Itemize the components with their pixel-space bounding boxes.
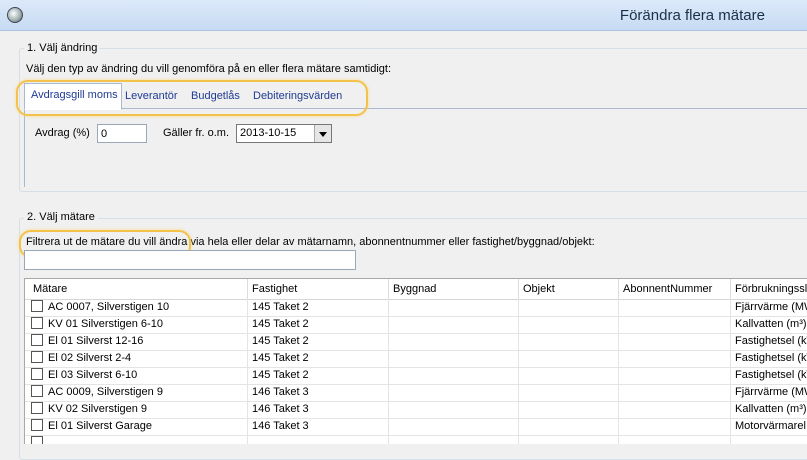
tab-panel (24, 108, 807, 187)
cell-byggnad (389, 418, 519, 435)
cell-objekt (519, 333, 619, 350)
window-title: Förändra flera mätare (619, 7, 765, 24)
meters-grid: Mätare Fastighet Byggnad Objekt Abonnent… (24, 278, 807, 444)
column-header-matare[interactable]: Mätare (25, 279, 248, 299)
cell-abonnentnummer (619, 316, 731, 333)
section-change-label: 1. Välj ändring (24, 42, 101, 54)
cell-byggnad (389, 384, 519, 401)
grid-header: Mätare Fastighet Byggnad Objekt Abonnent… (25, 279, 807, 300)
galler-label: Gäller fr. o.m. (163, 127, 230, 139)
cell-matare: KV 02 Silverstigen 9 (25, 401, 248, 418)
tabs-highlight (16, 80, 368, 116)
cell-byggnad (389, 401, 519, 418)
cell-text: KV 02 Silverstigen 9 (48, 403, 148, 415)
cell-fastighet: 146 Taket 3 (248, 418, 389, 435)
column-header-forbrukningsslag[interactable]: Förbrukningsslag (731, 279, 807, 299)
cell-text: El 02 Silverst 2-4 (48, 352, 132, 364)
cell-byggnad (389, 350, 519, 367)
cell-byggnad (389, 333, 519, 350)
cell-forbrukningsslag: Kallvatten (m³) (731, 401, 807, 418)
avdrag-input[interactable]: 0 (97, 124, 147, 143)
cell-text: El 03 Silverst 6-10 (48, 369, 138, 381)
table-row[interactable]: El 02 Silverst 2-4 145 Taket 2 Fastighetse… (25, 350, 807, 368)
cell-byggnad (389, 367, 519, 384)
column-header-byggnad[interactable]: Byggnad (389, 279, 519, 299)
column-header-fastighet[interactable]: Fastighet (248, 279, 389, 299)
cell-abonnentnummer (619, 299, 731, 316)
galler-date-picker[interactable]: 2013-10-15 (236, 124, 332, 143)
cell-forbrukningsslag: Fjärrvärme (MWh) (731, 384, 807, 401)
cell-byggnad (389, 299, 519, 316)
cell-forbrukningsslag: Fastighetsel (kWh) (731, 333, 807, 350)
title-bar: Förändra flera mätare (0, 0, 807, 31)
row-checkbox[interactable] (31, 419, 43, 431)
cell-abonnentnummer (619, 401, 731, 418)
cell-forbrukningsslag: Kallvatten (m³) (731, 316, 807, 333)
row-checkbox[interactable] (31, 402, 43, 414)
cell-matare: AC 0009, Silverstigen 9 (25, 384, 248, 401)
galler-date-value: 2013-10-15 (240, 127, 297, 139)
cell-matare: KV 01 Silverstigen 6-10 (25, 316, 248, 333)
chevron-down-icon[interactable] (314, 125, 331, 142)
cell-abonnentnummer (619, 367, 731, 384)
cell-text: El 01 Silverst 12-16 (48, 335, 144, 347)
cell-text: AC 0007, Silverstigen 10 (48, 301, 170, 313)
cell-matare: El 01 Silverst Garage (25, 418, 248, 435)
app-icon[interactable] (7, 7, 23, 23)
column-header-objekt[interactable]: Objekt (519, 279, 619, 299)
cell-abonnentnummer (619, 350, 731, 367)
table-row[interactable]: El 03 Silverst 6-10 145 Taket 2 Fastighets… (25, 367, 807, 385)
cell-forbrukningsslag: Motorvärmarel (kWh) (731, 418, 807, 435)
cell-objekt (519, 418, 619, 435)
row-checkbox[interactable] (31, 300, 43, 312)
cell-fastighet: 145 Taket 2 (248, 350, 389, 367)
table-row[interactable]: El 01 Silverst Garage 146 Taket 3 Motorvär… (25, 418, 807, 436)
table-row[interactable]: KV 01 Silverstigen 6-10 145 Taket 2 Kallva… (25, 316, 807, 334)
filter-input[interactable] (24, 250, 356, 270)
cell-fastighet: 146 Taket 3 (248, 384, 389, 401)
row-checkbox[interactable] (31, 317, 43, 329)
section-meters-label: 2. Välj mätare (24, 211, 98, 223)
cell-fastighet: 145 Taket 2 (248, 316, 389, 333)
cell-objekt (519, 401, 619, 418)
cell-fastighet: 145 Taket 2 (248, 333, 389, 350)
cell-objekt (519, 350, 619, 367)
cell-fastighet: 145 Taket 2 (248, 299, 389, 316)
table-row[interactable]: AC 0007, Silverstigen 10 145 Taket 2 Fjärr… (25, 299, 807, 317)
row-checkbox[interactable] (31, 385, 43, 397)
table-row[interactable]: AC 0009, Silverstigen 9 146 Taket 3 Fjärrv… (25, 384, 807, 402)
cell-forbrukningsslag: Fastighetsel (kWh) (731, 350, 807, 367)
cell-fastighet: 145 Taket 2 (248, 367, 389, 384)
table-row[interactable]: KV 02 Silverstigen 9 146 Taket 3 Kallvatte… (25, 401, 807, 419)
column-header-abonnentnummer[interactable]: AbonnentNummer (619, 279, 731, 299)
cell-byggnad (389, 316, 519, 333)
row-checkbox[interactable] (31, 351, 43, 363)
cell-abonnentnummer (619, 333, 731, 350)
cell-fastighet: 146 Taket 3 (248, 401, 389, 418)
cell-objekt (519, 367, 619, 384)
row-checkbox[interactable] (31, 368, 43, 380)
cell-forbrukningsslag: Fjärrvärme (MWh) (731, 299, 807, 316)
cell-objekt (519, 384, 619, 401)
cell-forbrukningsslag: Fastighetsel (kWh) (731, 367, 807, 384)
cell-matare: El 02 Silverst 2-4 (25, 350, 248, 367)
cell-matare: El 01 Silverst 12-16 (25, 333, 248, 350)
cell-text: AC 0009, Silverstigen 9 (48, 386, 163, 398)
cell-objekt (519, 299, 619, 316)
cell-text: El 01 Silverst Garage (48, 420, 152, 432)
cell-matare: El 03 Silverst 6-10 (25, 367, 248, 384)
row-checkbox[interactable] (31, 334, 43, 346)
cell-objekt (519, 316, 619, 333)
cell-abonnentnummer (619, 418, 731, 435)
cell-text: KV 01 Silverstigen 6-10 (48, 318, 163, 330)
cell-abonnentnummer (619, 384, 731, 401)
cell-matare: AC 0007, Silverstigen 10 (25, 299, 248, 316)
avdrag-label: Avdrag (%) (35, 127, 90, 139)
table-row[interactable]: El 01 Silverst 12-16 145 Taket 2 Fastighet… (25, 333, 807, 351)
section-change-hint: Välj den typ av ändring du vill genomför… (26, 63, 392, 75)
